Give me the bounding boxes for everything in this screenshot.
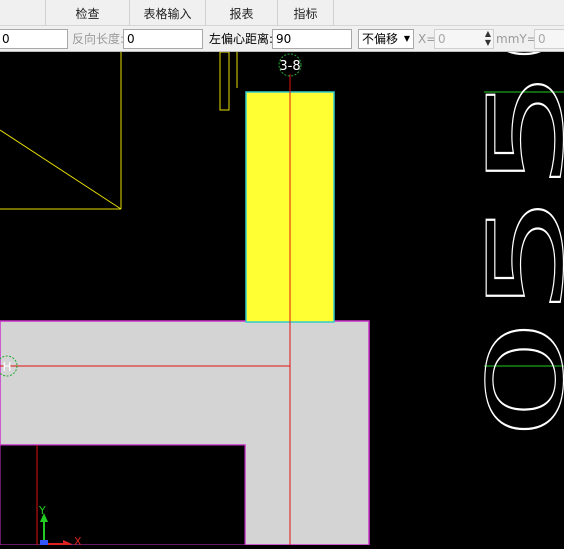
- reverse-length-input[interactable]: 0: [123, 29, 203, 49]
- chevron-down-icon: ▼: [403, 34, 410, 43]
- cad-drawing[interactable]: 3-8 H 0550 Y X: [0, 0, 564, 548]
- ucs-y-label: Y: [38, 504, 46, 517]
- drawing-canvas[interactable]: 3-8 H 0550 Y X: [0, 0, 564, 548]
- property-toolbar: 0 反向长度: 0 左偏心距离: 90 不偏移 ▼ X= 0 ▲ ▼ mmY= 0: [0, 26, 564, 52]
- axis-bubble-left-label: H: [2, 360, 11, 374]
- left-offset-label: 左偏心距离:: [209, 32, 274, 46]
- x-stepper[interactable]: 0 ▲ ▼: [434, 29, 494, 49]
- menu-tab-check[interactable]: 检查: [46, 0, 130, 26]
- dimension-text: 0550: [465, 52, 564, 442]
- y-input[interactable]: 0: [534, 29, 564, 49]
- menu-tab-table-input[interactable]: 表格输入: [130, 0, 206, 26]
- spin-icon: ▲ ▼: [484, 29, 491, 47]
- menu-tab-blank[interactable]: [0, 0, 46, 26]
- menu-bar: 检查 表格输入 报表 指标: [0, 0, 564, 26]
- x-value: 0: [438, 32, 446, 46]
- menu-tab-report[interactable]: 报表: [206, 0, 278, 26]
- offset-mode-value: 不偏移: [362, 32, 399, 46]
- ucs-x-label: X: [74, 535, 82, 545]
- offset-mode-select[interactable]: 不偏移 ▼: [358, 29, 414, 49]
- ucs-origin: [40, 540, 48, 545]
- left-offset-input[interactable]: 90: [272, 29, 352, 49]
- menu-tab-index[interactable]: 指标: [278, 0, 334, 26]
- mm-y-label: mmY=: [496, 32, 537, 46]
- first-value-input[interactable]: 0: [0, 29, 68, 49]
- axis-label: 3-8: [279, 59, 300, 74]
- reverse-length-label: 反向长度:: [72, 32, 125, 46]
